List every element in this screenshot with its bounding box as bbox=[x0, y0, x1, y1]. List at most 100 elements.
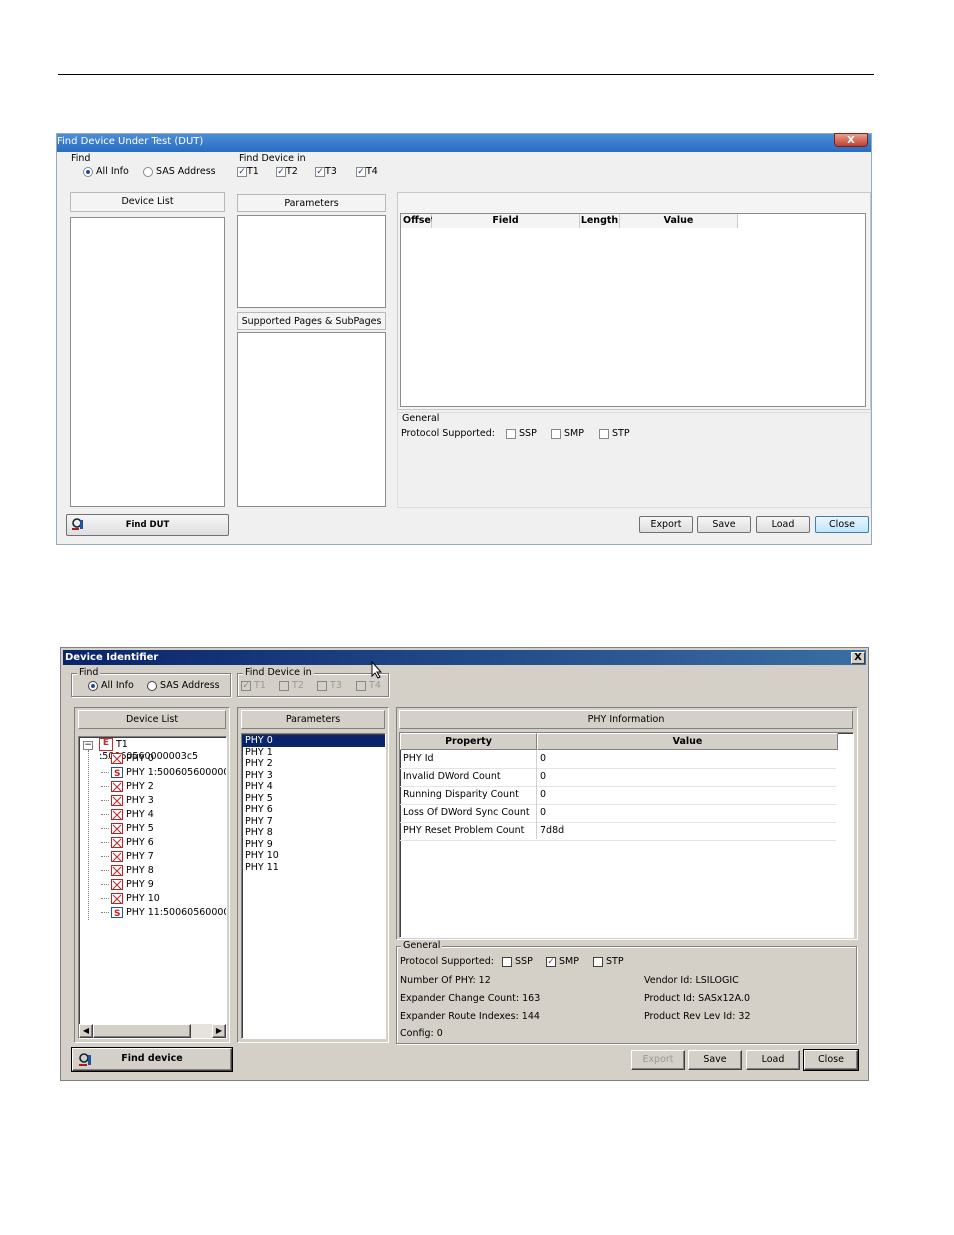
parameter-item[interactable]: PHY 6 bbox=[242, 804, 385, 816]
horizontal-scrollbar[interactable]: ◀ ▶ bbox=[79, 1024, 226, 1038]
radio-icon bbox=[143, 166, 153, 177]
tree-item[interactable]: PHY 0 bbox=[101, 752, 154, 766]
radio-sas-address[interactable]: SAS Address bbox=[147, 680, 220, 691]
find-dut-button[interactable]: Find DUT bbox=[66, 514, 229, 536]
col-length[interactable]: Length bbox=[580, 214, 620, 228]
phy-link-icon bbox=[111, 795, 123, 806]
export-button[interactable]: Export bbox=[639, 516, 693, 533]
parameter-item[interactable]: PHY 2 bbox=[242, 758, 385, 770]
tree-item[interactable]: PHY 9 bbox=[101, 878, 154, 892]
scrollbar-thumb[interactable] bbox=[93, 1024, 191, 1038]
radio-sas-address[interactable]: SAS Address bbox=[143, 166, 216, 177]
tree-item[interactable]: S PHY 11:500605600000 bbox=[101, 906, 226, 920]
tree-item-label: PHY 10 bbox=[126, 893, 160, 904]
parameters-list[interactable]: PHY 0 PHY 1 PHY 2 PHY 3 PHY 4 PHY 5 PHY 6 PHY 7… bbox=[241, 733, 386, 1039]
col-value[interactable]: Value bbox=[537, 733, 838, 750]
value-cell: 0 bbox=[540, 807, 547, 818]
parameters-list[interactable] bbox=[237, 215, 386, 308]
tree-item-label: PHY 9 bbox=[126, 879, 154, 890]
radio-all-info[interactable]: All Info bbox=[88, 680, 134, 691]
device-list[interactable] bbox=[70, 217, 225, 507]
tree-item[interactable]: PHY 10 bbox=[101, 892, 160, 906]
find-device-button[interactable]: Find device bbox=[71, 1047, 233, 1072]
sas-device-icon: S bbox=[111, 907, 123, 919]
parameter-item[interactable]: PHY 10 bbox=[242, 850, 385, 862]
target-label: T3 bbox=[330, 680, 342, 691]
value-cell: 0 bbox=[540, 789, 547, 800]
checkbox-stp[interactable]: STP bbox=[599, 428, 630, 439]
parameter-item[interactable]: PHY 11 bbox=[242, 862, 385, 874]
tree-item[interactable]: PHY 4 bbox=[101, 808, 154, 822]
table-row[interactable]: Loss Of DWord Sync Count 0 bbox=[400, 804, 836, 823]
col-property[interactable]: Property bbox=[400, 733, 537, 750]
field-table[interactable]: Offset Field Length Value bbox=[400, 213, 866, 407]
parameter-item[interactable]: PHY 0 bbox=[242, 735, 385, 747]
save-button[interactable]: Save bbox=[688, 1050, 742, 1070]
parameter-item[interactable]: PHY 3 bbox=[242, 770, 385, 782]
export-button[interactable]: Export bbox=[631, 1050, 685, 1070]
checkbox-t1[interactable]: ✓T1 bbox=[237, 166, 259, 177]
parameter-item[interactable]: PHY 5 bbox=[242, 793, 385, 805]
phy-link-icon bbox=[111, 851, 123, 862]
checkbox-t2: T2 bbox=[279, 680, 304, 691]
table-row[interactable]: PHY Reset Problem Count 7d8d bbox=[400, 822, 836, 841]
value-cell: 0 bbox=[540, 753, 547, 764]
checkbox-icon bbox=[593, 956, 603, 967]
phy-rows: PHY Id 0 Invalid DWord Count 0 Running Dispa… bbox=[400, 750, 840, 870]
radio-all-info[interactable]: All Info bbox=[83, 166, 129, 177]
tree-item[interactable]: S PHY 1:500605600000 bbox=[101, 766, 226, 780]
parameter-item[interactable]: PHY 4 bbox=[242, 781, 385, 793]
checkbox-smp: ✓ SMP bbox=[546, 956, 579, 967]
tree-item[interactable]: PHY 3 bbox=[101, 794, 154, 808]
phy-link-icon bbox=[111, 865, 123, 876]
property-cell: Running Disparity Count bbox=[403, 789, 519, 800]
close-icon[interactable]: X bbox=[834, 133, 868, 147]
save-button[interactable]: Save bbox=[697, 516, 751, 533]
page-header-rule bbox=[58, 74, 874, 75]
checkbox-ssp[interactable]: SSP bbox=[506, 428, 537, 439]
device-tree[interactable]: − E T1 :50060560000003c5 PHY 0 S PHY 1:5006… bbox=[78, 736, 227, 1039]
target-label: T3 bbox=[325, 166, 337, 177]
checkbox-icon bbox=[317, 680, 327, 691]
tree-item-label: PHY 6 bbox=[126, 837, 154, 848]
tree-item-label: PHY 3 bbox=[126, 795, 154, 806]
tree-connector bbox=[101, 842, 109, 843]
checkbox-t1: ✓ T1 bbox=[241, 680, 266, 691]
table-row[interactable]: Running Disparity Count 0 bbox=[400, 786, 836, 805]
checkbox-t2[interactable]: ✓T2 bbox=[276, 166, 298, 177]
find-in-label: Find Device in bbox=[243, 667, 314, 678]
table-row[interactable]: Invalid DWord Count 0 bbox=[400, 768, 836, 787]
col-offset[interactable]: Offset bbox=[401, 214, 435, 228]
checkbox-t3[interactable]: ✓T3 bbox=[315, 166, 337, 177]
table-row[interactable]: PHY Id 0 bbox=[400, 750, 836, 769]
supported-pages-list[interactable] bbox=[237, 332, 386, 507]
collapse-icon[interactable]: − bbox=[83, 741, 93, 750]
tree-item[interactable]: PHY 7 bbox=[101, 850, 154, 864]
check-icon: ✓ bbox=[241, 680, 251, 691]
phy-info-table[interactable]: Property Value PHY Id 0 Invalid DWord Coun… bbox=[399, 732, 854, 938]
close-icon[interactable]: X bbox=[851, 652, 865, 664]
parameter-item[interactable]: PHY 1 bbox=[242, 747, 385, 759]
col-value[interactable]: Value bbox=[620, 214, 738, 228]
close-button[interactable]: Close bbox=[815, 516, 869, 533]
parameter-item[interactable]: PHY 9 bbox=[242, 839, 385, 851]
find-device-label: Find device bbox=[121, 1053, 183, 1064]
stp-label: STP bbox=[612, 428, 630, 439]
parameter-item[interactable]: PHY 7 bbox=[242, 816, 385, 828]
load-button[interactable]: Load bbox=[746, 1050, 800, 1070]
property-cell: Loss Of DWord Sync Count bbox=[403, 807, 530, 818]
tree-item[interactable]: PHY 5 bbox=[101, 822, 154, 836]
checkbox-smp[interactable]: SMP bbox=[551, 428, 584, 439]
tree-item[interactable]: PHY 8 bbox=[101, 864, 154, 878]
dialog-title: Find Device Under Test (DUT) bbox=[57, 134, 871, 152]
find-dut-label: Find DUT bbox=[125, 520, 170, 530]
scroll-right-icon[interactable]: ▶ bbox=[212, 1024, 226, 1038]
close-button[interactable]: Close bbox=[803, 1049, 859, 1071]
tree-item[interactable]: PHY 2 bbox=[101, 780, 154, 794]
col-field[interactable]: Field bbox=[432, 214, 580, 228]
scroll-left-icon[interactable]: ◀ bbox=[79, 1024, 93, 1038]
load-button[interactable]: Load bbox=[756, 516, 810, 533]
tree-item[interactable]: PHY 6 bbox=[101, 836, 154, 850]
parameter-item[interactable]: PHY 8 bbox=[242, 827, 385, 839]
checkbox-t4[interactable]: ✓T4 bbox=[356, 166, 378, 177]
